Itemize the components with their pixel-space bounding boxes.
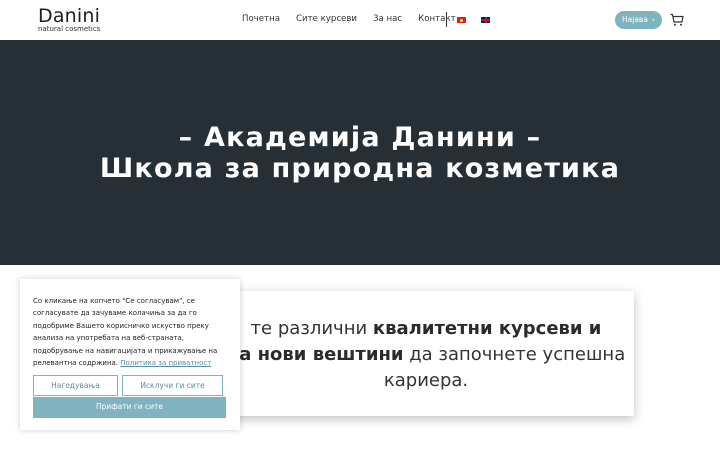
logo[interactable]: Danini natural cosmetics	[38, 6, 108, 36]
main-nav: Почетна Сите курсеви За нас Контакт	[242, 13, 472, 25]
hero-banner: – Академија Данини – Школа за природна к…	[0, 40, 720, 265]
intro-text-part: да започнете успешна	[403, 344, 626, 365]
site-header: Danini natural cosmetics Почетна Сите ку…	[0, 0, 720, 40]
intro-text: те различни квалитетни курсеви и на нови…	[218, 316, 634, 394]
mk-flag-icon[interactable]	[457, 17, 466, 23]
nav-item-about[interactable]: За нас	[373, 13, 402, 25]
privacy-policy-link[interactable]: Политика за приватност	[120, 359, 211, 367]
login-button-label: Најава	[622, 15, 648, 24]
intro-text-part: те различни	[250, 318, 373, 339]
gb-flag-icon[interactable]	[481, 17, 490, 23]
hero-title: – Академија Данини – Школа за природна к…	[0, 122, 720, 184]
hero-title-line-1: – Академија Данини –	[178, 122, 542, 153]
cookie-consent-text: Со кликање на копчето "Се согласувам", с…	[33, 295, 229, 369]
chevron-right-icon: ›	[651, 15, 655, 24]
logo-wordmark: Danini	[38, 5, 101, 27]
login-button[interactable]: Најава ›	[615, 11, 662, 29]
cookie-message: Со кликање на копчето "Се согласувам", с…	[33, 297, 218, 368]
cookie-settings-button[interactable]: Нагодувања	[33, 375, 118, 396]
nav-item-all-courses[interactable]: Сите курсеви	[296, 13, 357, 25]
cart-icon[interactable]	[670, 13, 684, 27]
accept-all-cookies-button[interactable]: Прифати ги сите	[33, 397, 226, 418]
nav-divider	[446, 12, 447, 27]
nav-item-contact[interactable]: Контакт	[418, 13, 455, 25]
cookie-consent-banner: Со кликање на копчето "Се согласувам", с…	[20, 279, 240, 430]
intro-card: те различни квалитетни курсеви и на нови…	[218, 291, 634, 416]
logo-tagline: natural cosmetics	[38, 25, 101, 33]
hero-title-line-2: Школа за природна козметика	[99, 153, 621, 184]
intro-text-bold: на нови вештини	[226, 344, 404, 365]
nav-item-home[interactable]: Почетна	[242, 13, 280, 25]
intro-text-part: кариера.	[383, 370, 469, 391]
intro-text-bold: квалитетни курсеви и	[372, 318, 602, 339]
reject-all-cookies-button[interactable]: Исклучи ги сите	[122, 375, 223, 396]
